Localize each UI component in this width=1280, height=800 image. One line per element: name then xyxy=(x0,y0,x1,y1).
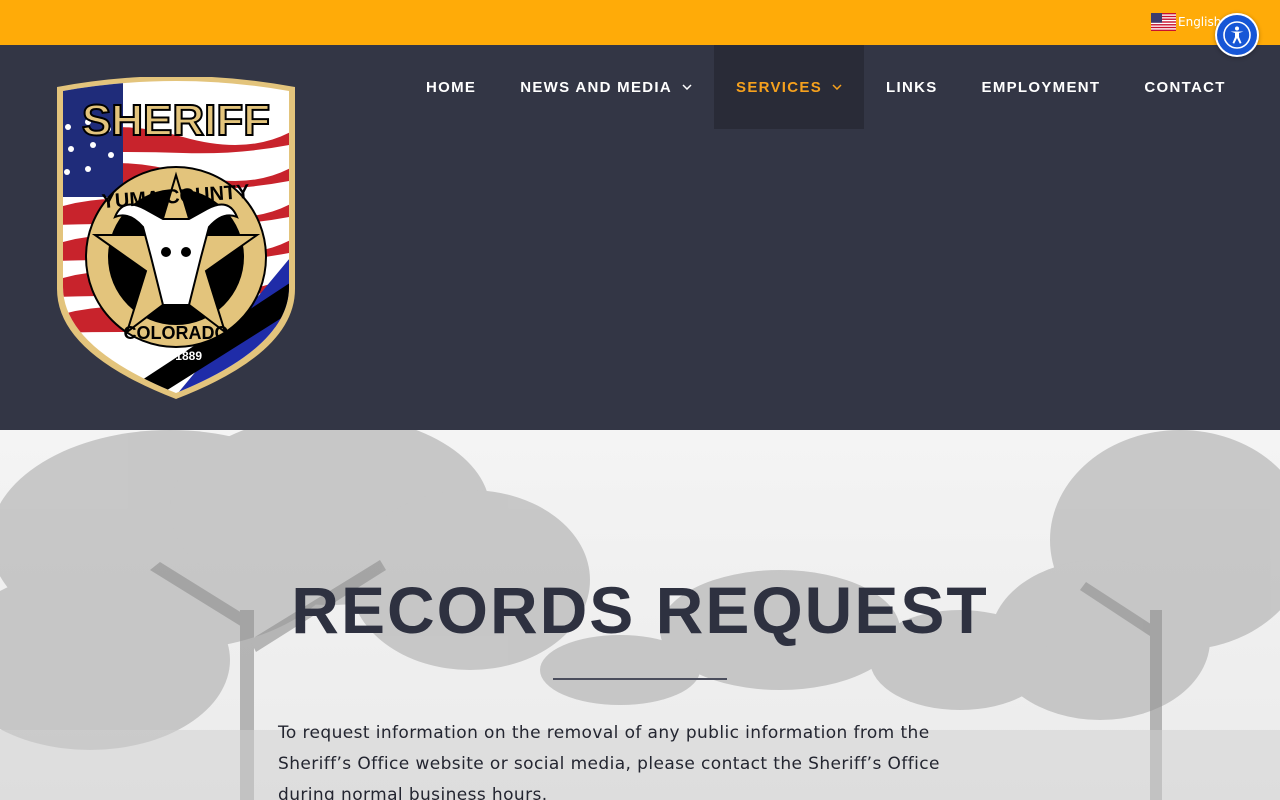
accessibility-icon xyxy=(1223,21,1251,49)
logo-state: COLORADO xyxy=(124,323,229,343)
hero-section: RECORDS REQUEST To request information o… xyxy=(0,430,1280,800)
nav-item-employment[interactable]: EMPLOYMENT xyxy=(960,45,1123,129)
page-title: RECORDS REQUEST xyxy=(291,573,989,647)
nav-item-news-and-media[interactable]: NEWS AND MEDIA xyxy=(498,45,714,129)
chevron-down-icon xyxy=(682,84,692,90)
top-utility-bar: English xyxy=(0,0,1280,45)
nav-item-label: NEWS AND MEDIA xyxy=(520,78,673,96)
logo-title: SHERIFF xyxy=(82,96,270,145)
nav-item-label: HOME xyxy=(426,78,477,96)
site-header: SHERIFF YUMA COUNTY COLORADO Est. 1889 H… xyxy=(0,45,1280,430)
us-flag-icon xyxy=(1151,13,1176,31)
nav-item-label: SERVICES xyxy=(736,78,823,96)
records-request-text: To request information on the removal of… xyxy=(278,723,940,800)
nav-item-links[interactable]: LINKS xyxy=(864,45,960,129)
language-label: English xyxy=(1178,15,1222,29)
main-navigation: HOME NEWS AND MEDIA SERVICES LINKS EMPLO… xyxy=(404,45,1248,129)
title-divider xyxy=(553,678,727,680)
language-selector[interactable]: English xyxy=(1151,12,1221,32)
nav-item-home[interactable]: HOME xyxy=(404,45,498,129)
nav-item-label: LINKS xyxy=(886,78,938,96)
nav-item-label: CONTACT xyxy=(1144,78,1226,96)
nav-item-contact[interactable]: CONTACT xyxy=(1122,45,1247,129)
logo-established: Est. 1889 xyxy=(150,349,202,363)
nav-item-services[interactable]: SERVICES xyxy=(714,45,865,129)
nav-item-label: EMPLOYMENT xyxy=(981,78,1101,96)
chevron-down-icon xyxy=(832,84,842,90)
sheriff-badge-logo[interactable]: SHERIFF YUMA COUNTY COLORADO Est. 1889 xyxy=(53,77,299,399)
accessibility-button[interactable] xyxy=(1215,13,1259,57)
